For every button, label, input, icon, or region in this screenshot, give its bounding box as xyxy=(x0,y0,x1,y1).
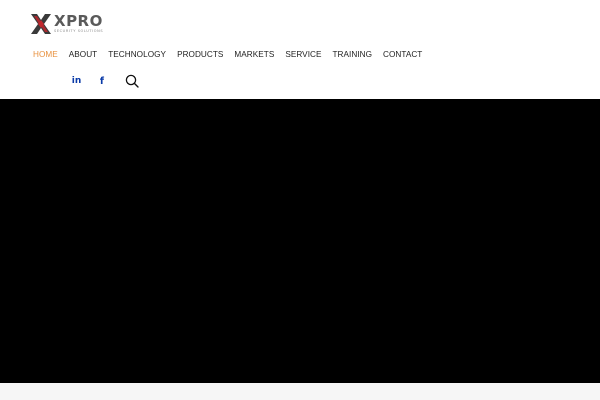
logo-text: XPRO SECURITY SOLUTIONS xyxy=(54,14,103,34)
main-nav: HOME ABOUT TECHNOLOGY PRODUCTS MARKETS S… xyxy=(33,48,433,60)
site-header: XPRO SECURITY SOLUTIONS HOME ABOUT TECHN… xyxy=(0,0,600,99)
nav-item-service[interactable]: SERVICE xyxy=(285,50,321,59)
xpro-logo-mark-icon xyxy=(31,14,51,34)
nav-item-training[interactable]: TRAINING xyxy=(333,50,373,59)
facebook-icon[interactable]: f xyxy=(98,74,106,88)
page: XPRO SECURITY SOLUTIONS HOME ABOUT TECHN… xyxy=(0,0,600,400)
search-button[interactable] xyxy=(125,74,139,88)
content-strip xyxy=(0,383,600,400)
nav-item-products[interactable]: PRODUCTS xyxy=(177,50,223,59)
brand-tagline: SECURITY SOLUTIONS xyxy=(54,29,104,34)
brand-name: XPRO xyxy=(54,12,103,31)
nav-item-about[interactable]: ABOUT xyxy=(69,50,97,59)
nav-item-home[interactable]: HOME xyxy=(33,50,58,59)
site-logo[interactable]: XPRO SECURITY SOLUTIONS xyxy=(31,14,103,34)
nav-item-technology[interactable]: TECHNOLOGY xyxy=(108,50,166,59)
linkedin-icon[interactable]: in xyxy=(70,74,83,88)
search-icon xyxy=(125,74,139,88)
nav-item-contact[interactable]: CONTACT xyxy=(383,50,422,59)
hero-video-area[interactable] xyxy=(0,99,600,383)
social-bar: in f xyxy=(70,74,139,88)
nav-item-markets[interactable]: MARKETS xyxy=(234,50,274,59)
